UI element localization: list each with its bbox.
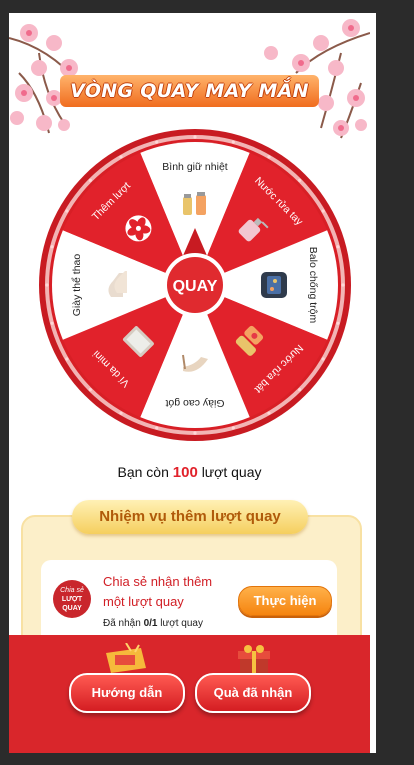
remaining-spins: Bạn còn 100 lượt quay	[9, 464, 370, 481]
remaining-suffix: lượt quay	[201, 464, 262, 480]
wheel-rim-dot	[155, 426, 159, 430]
task-progress-suffix: lượt quay	[160, 618, 203, 629]
task-title: Chia sẻ nhận thêm một lượt quay	[103, 574, 213, 609]
gift-box-decoration-icon	[238, 645, 270, 675]
share-icon-text-bot: QUAY	[62, 605, 82, 612]
guide-button[interactable]: Hướng dẫn	[69, 673, 185, 713]
task-progress-value: 0/1	[143, 618, 158, 629]
bottom-bar	[9, 635, 370, 753]
page-title-wrap: VÒNG QUAY MAY MẮN	[9, 75, 370, 107]
wheel-rim-dot	[321, 357, 325, 361]
wheel-rim-dot	[193, 135, 197, 139]
wheel-rim-dot	[88, 178, 92, 182]
wheel-rim-dot	[336, 321, 340, 325]
wheel-rim-dot	[50, 321, 54, 325]
gift-decoration-left-icon	[106, 643, 146, 673]
wheel-rim-dot	[267, 411, 271, 415]
remaining-prefix: Bạn còn	[117, 464, 169, 480]
page-title: VÒNG QUAY MAY MẮN	[60, 75, 319, 107]
wheel-segment-label: Bình giữ nhiệt	[162, 161, 227, 173]
share-icon-text-mid: LƯỢT	[61, 596, 83, 603]
remaining-count: 100	[172, 464, 198, 481]
prize-wheel[interactable]: Bình giữ nhiệtNước rửa tayBalo chống trộ…	[38, 128, 352, 442]
spin-button-label: QUAY	[173, 278, 218, 295]
wheel-segment-label: Balo chống trộm	[307, 247, 319, 324]
do-task-button[interactable]: Thực hiện	[238, 586, 332, 616]
wheel-rim-dot	[50, 245, 54, 249]
wheel-rim-dot	[45, 283, 49, 287]
wheel-segment-label: Giày cao gót	[165, 397, 224, 409]
wheel-rim-dot	[321, 209, 325, 213]
wheel-rim-dot	[119, 155, 123, 159]
wheel-rim-dot	[65, 357, 69, 361]
share-spin-icon: Chia sẻ LƯỢT QUAY	[53, 580, 91, 618]
wheel-segment-label: Giày thể thao	[71, 254, 83, 317]
wheel-rim-dot	[267, 155, 271, 159]
wheel-rim-dot	[119, 411, 123, 415]
wheel-rim-dot	[298, 388, 302, 392]
task-progress: Đã nhận 0/1 lượt quay	[103, 618, 203, 629]
wheel-rim-dot	[65, 209, 69, 213]
lucky-wheel-page: VÒNG QUAY MAY MẮN Bình giữ nhiệt Nước rửa…	[9, 13, 370, 753]
received-gifts-button[interactable]: Quà đã nhận	[195, 673, 311, 713]
wheel-rim-dot	[193, 431, 197, 435]
scrollbar[interactable]	[370, 13, 376, 753]
wheel-rim-dot	[155, 140, 159, 144]
share-task-card: Chia sẻ LƯỢT QUAY Chia sẻ nhận thêm một …	[41, 560, 337, 644]
share-icon-text-top: Chia sẻ	[60, 587, 84, 594]
wheel-rim-dot	[298, 178, 302, 182]
task-progress-prefix: Đã nhận	[103, 618, 141, 629]
wheel-rim-dot	[88, 388, 92, 392]
wheel-rim-dot	[336, 245, 340, 249]
wheel-rim-dot	[231, 140, 235, 144]
wheel-rim-dot	[231, 426, 235, 430]
mission-title: Nhiệm vụ thêm lượt quay	[72, 500, 308, 534]
wheel-rim-dot	[341, 283, 345, 287]
backpack-icon	[261, 272, 287, 298]
